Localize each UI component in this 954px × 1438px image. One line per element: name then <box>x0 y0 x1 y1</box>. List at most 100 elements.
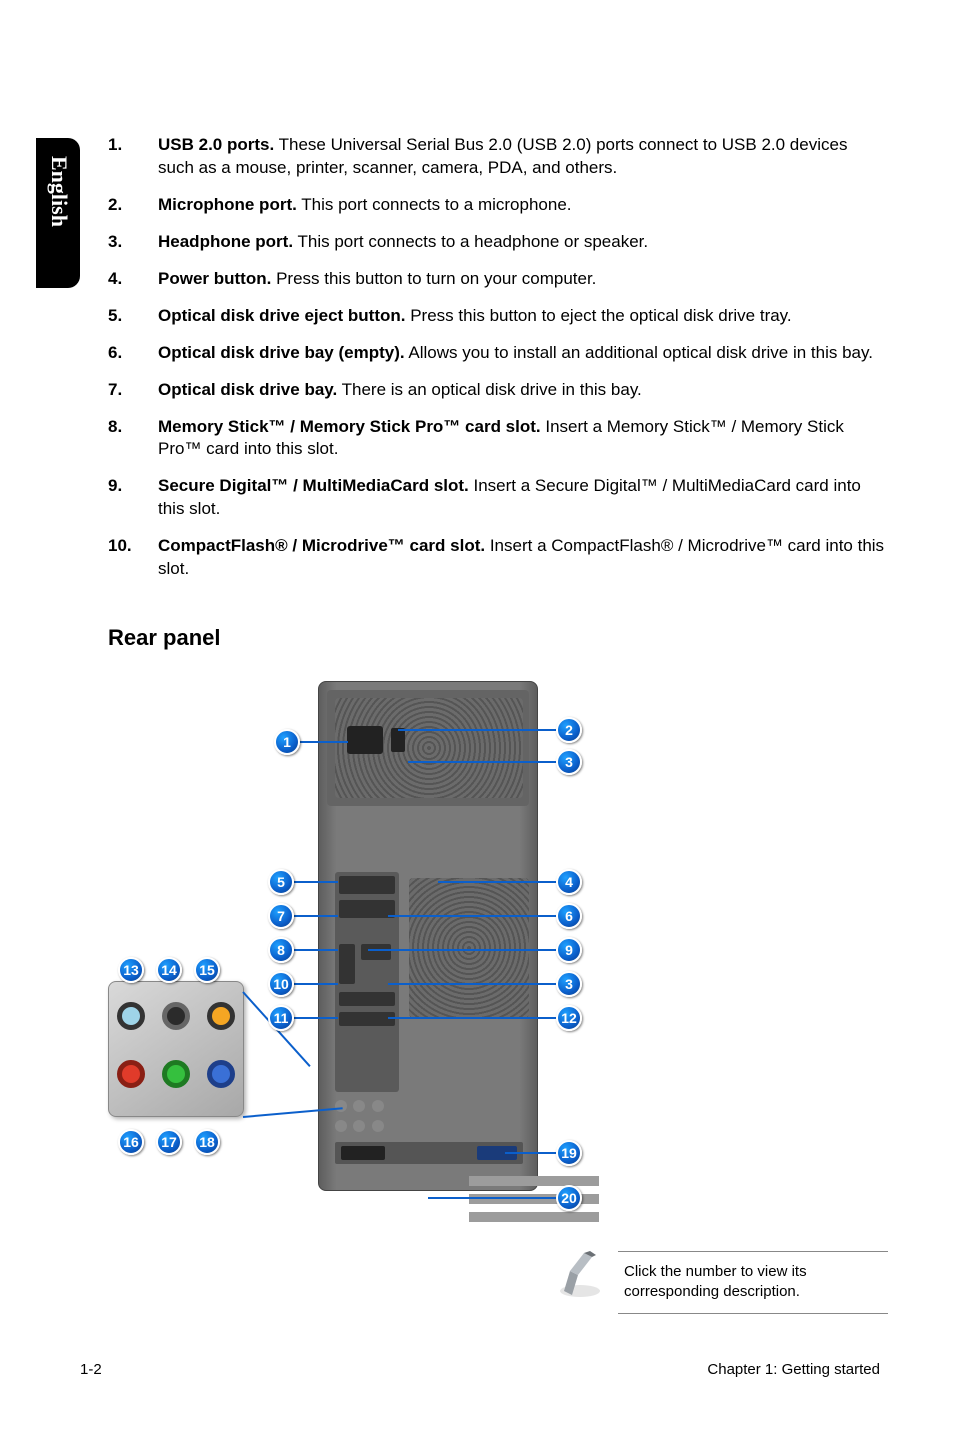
item-number: 10. <box>108 535 158 581</box>
callout-13[interactable]: 13 <box>118 957 144 983</box>
callout-leader <box>388 1017 556 1019</box>
item-number: 6. <box>108 342 158 365</box>
expansion-slot <box>469 1176 599 1186</box>
item-text: USB 2.0 ports. These Universal Serial Bu… <box>158 134 888 180</box>
callout-leader <box>388 983 556 985</box>
callout-18[interactable]: 18 <box>194 1129 220 1155</box>
callout-leader <box>428 1197 558 1199</box>
audio-jack-mic-icon <box>117 1060 145 1088</box>
callout-3[interactable]: 3 <box>556 749 582 775</box>
language-tab: English <box>36 138 80 288</box>
item-text: Microphone port. This port connects to a… <box>158 194 888 217</box>
vent-grill <box>409 878 529 1018</box>
pencil-note-icon <box>556 1251 604 1299</box>
item-text: Memory Stick™ / Memory Stick Pro™ card s… <box>158 416 888 462</box>
callout-2[interactable]: 2 <box>556 717 582 743</box>
usb-ports-icon <box>339 992 395 1006</box>
page-number: 1-2 <box>80 1361 102 1378</box>
power-socket-icon <box>347 726 383 754</box>
page: English 1.USB 2.0 ports. These Universal… <box>0 0 954 1438</box>
callout-9[interactable]: 9 <box>556 937 582 963</box>
io-panel <box>335 872 399 1092</box>
callout-6[interactable]: 6 <box>556 903 582 929</box>
audio-jack-lineout-icon <box>162 1060 190 1088</box>
list-item: 3.Headphone port. This port connects to … <box>108 231 888 254</box>
callout-leader <box>294 1017 338 1019</box>
item-text: Optical disk drive bay (empty). Allows y… <box>158 342 888 365</box>
callout-5[interactable]: 5 <box>268 869 294 895</box>
audio-port-cluster <box>335 1100 387 1136</box>
rear-panel-heading: Rear panel <box>108 625 888 651</box>
item-text: Headphone port. This port connects to a … <box>158 231 888 254</box>
graphics-card-bracket <box>335 1142 523 1164</box>
note-text: Click the number to view its correspondi… <box>618 1251 888 1314</box>
list-item: 2.Microphone port. This port connects to… <box>108 194 888 217</box>
list-item: 6.Optical disk drive bay (empty). Allows… <box>108 342 888 365</box>
item-number: 8. <box>108 416 158 462</box>
rear-panel-diagram: 1 2 3 4 5 6 7 8 9 10 3 11 12 13 14 15 16… <box>108 681 888 1241</box>
callout-leader <box>294 983 338 985</box>
callout-16[interactable]: 16 <box>118 1129 144 1155</box>
vga-port-icon <box>339 944 355 984</box>
callout-leader <box>408 761 556 763</box>
item-text: Optical disk drive eject button. Press t… <box>158 305 888 328</box>
list-item: 10.CompactFlash® / Microdrive™ card slot… <box>108 535 888 581</box>
ps2-port-icon <box>339 876 395 894</box>
list-item: 9.Secure Digital™ / MultiMediaCard slot.… <box>108 475 888 521</box>
list-item: 7.Optical disk drive bay. There is an op… <box>108 379 888 402</box>
callout-leader <box>368 949 556 951</box>
callout-10[interactable]: 10 <box>268 971 294 997</box>
callout-17[interactable]: 17 <box>156 1129 182 1155</box>
audio-jack-linein-icon <box>207 1060 235 1088</box>
list-item: 1.USB 2.0 ports. These Universal Serial … <box>108 134 888 180</box>
callout-14[interactable]: 14 <box>156 957 182 983</box>
item-number: 2. <box>108 194 158 217</box>
callout-leader <box>294 949 338 951</box>
callout-leader <box>438 881 556 883</box>
audio-closeup-panel <box>108 981 244 1117</box>
callout-12[interactable]: 12 <box>556 1005 582 1031</box>
callout-8[interactable]: 8 <box>268 937 294 963</box>
page-footer: 1-2 Chapter 1: Getting started <box>80 1361 880 1378</box>
lan-port-icon <box>339 1012 395 1026</box>
tower-illustration <box>318 681 538 1191</box>
callout-1[interactable]: 1 <box>274 729 300 755</box>
item-text: CompactFlash® / Microdrive™ card slot. I… <box>158 535 888 581</box>
voltage-switch-icon <box>391 728 405 752</box>
callout-19[interactable]: 19 <box>556 1140 582 1166</box>
callout-15[interactable]: 15 <box>194 957 220 983</box>
callout-leader <box>398 729 556 731</box>
list-item: 5.Optical disk drive eject button. Press… <box>108 305 888 328</box>
callout-leader <box>388 915 556 917</box>
hdmi-port-icon <box>361 944 391 960</box>
callout-leader <box>505 1152 556 1154</box>
callout-7[interactable]: 7 <box>268 903 294 929</box>
callout-20[interactable]: 20 <box>556 1185 582 1211</box>
content-area: 1.USB 2.0 ports. These Universal Serial … <box>108 134 888 1241</box>
dvi-port-icon <box>339 900 395 918</box>
item-text: Optical disk drive bay. There is an opti… <box>158 379 888 402</box>
item-text: Secure Digital™ / MultiMediaCard slot. I… <box>158 475 888 521</box>
item-number: 5. <box>108 305 158 328</box>
chapter-title: Chapter 1: Getting started <box>707 1361 880 1378</box>
item-number: 4. <box>108 268 158 291</box>
item-text: Power button. Press this button to turn … <box>158 268 888 291</box>
callout-leader <box>298 741 348 743</box>
audio-jack-side-speaker-icon <box>117 1002 145 1030</box>
list-item: 4.Power button. Press this button to tur… <box>108 268 888 291</box>
expansion-slot <box>469 1212 599 1222</box>
item-number: 1. <box>108 134 158 180</box>
callout-11[interactable]: 11 <box>268 1005 294 1031</box>
front-panel-list: 1.USB 2.0 ports. These Universal Serial … <box>108 134 888 581</box>
item-number: 9. <box>108 475 158 521</box>
callout-3b[interactable]: 3 <box>556 971 582 997</box>
audio-jack-center-sub-icon <box>207 1002 235 1030</box>
list-item: 8.Memory Stick™ / Memory Stick Pro™ card… <box>108 416 888 462</box>
item-number: 3. <box>108 231 158 254</box>
callout-4[interactable]: 4 <box>556 869 582 895</box>
item-number: 7. <box>108 379 158 402</box>
audio-jack-rear-speaker-icon <box>162 1002 190 1030</box>
callout-leader <box>294 881 338 883</box>
callout-leader <box>294 915 338 917</box>
language-tab-label: English <box>46 156 72 227</box>
